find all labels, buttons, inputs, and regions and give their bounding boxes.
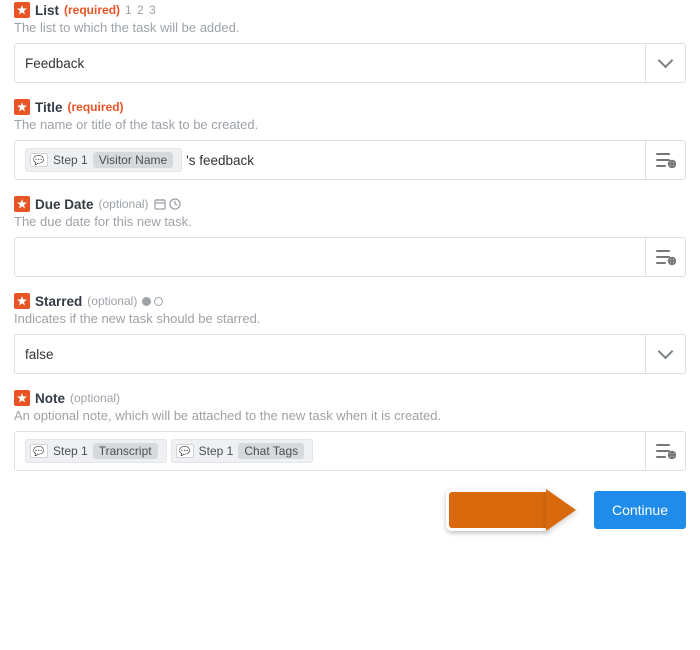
desc-title: The name or title of the task to be crea… xyxy=(14,117,686,132)
numeric-hint-icon: 1 2 3 xyxy=(125,3,157,17)
field-due-date: Due Date (optional) The due date for thi… xyxy=(14,196,686,277)
label-list: List xyxy=(35,3,59,18)
insert-field-icon xyxy=(656,249,676,265)
insert-field-icon xyxy=(656,152,676,168)
note-insert-field-button[interactable] xyxy=(646,431,686,471)
note-input-row: 💬 Step 1 Transcript 💬 Step 1 Chat Tags xyxy=(14,431,686,471)
datetime-hint-icons xyxy=(154,198,181,210)
token-step: Step 1 xyxy=(199,444,234,458)
field-starred: Starred (optional) Indicates if the new … xyxy=(14,293,686,374)
chat-app-icon: 💬 xyxy=(30,444,48,458)
optional-tag: (optional) xyxy=(87,294,137,308)
optional-tag: (optional) xyxy=(99,197,149,211)
starred-select-row: false xyxy=(14,334,686,374)
boolean-hint-icons xyxy=(142,297,163,306)
wunderlist-icon xyxy=(14,99,30,115)
due-input[interactable] xyxy=(14,237,646,277)
field-note: Note (optional) An optional note, which … xyxy=(14,390,686,471)
list-select[interactable]: Feedback xyxy=(14,43,646,83)
starred-select[interactable]: false xyxy=(14,334,646,374)
token-var: Visitor Name xyxy=(93,152,173,168)
due-insert-field-button[interactable] xyxy=(646,237,686,277)
chat-app-icon: 💬 xyxy=(30,153,48,167)
title-input-row: 💬 Step 1 Visitor Name 's feedback xyxy=(14,140,686,180)
token-var: Transcript xyxy=(93,443,158,459)
calendar-icon xyxy=(154,198,166,210)
field-list: List (required) 1 2 3 The list to which … xyxy=(14,2,686,83)
starred-value: false xyxy=(25,347,54,362)
required-tag: (required) xyxy=(64,3,120,17)
label-due: Due Date xyxy=(35,197,94,212)
label-title: Title xyxy=(35,100,63,115)
clock-icon xyxy=(169,198,181,210)
list-select-row: Feedback xyxy=(14,43,686,83)
radio-off-icon xyxy=(154,297,163,306)
continue-button[interactable]: Continue xyxy=(594,491,686,529)
field-header-starred: Starred (optional) xyxy=(14,293,686,309)
token-transcript[interactable]: 💬 Step 1 Transcript xyxy=(25,439,167,463)
field-title: Title (required) The name or title of th… xyxy=(14,99,686,180)
required-tag: (required) xyxy=(68,100,124,114)
label-note: Note xyxy=(35,391,65,406)
chat-app-icon: 💬 xyxy=(176,444,194,458)
optional-tag: (optional) xyxy=(70,391,120,405)
field-header-list: List (required) 1 2 3 xyxy=(14,2,686,18)
starred-dropdown-toggle[interactable] xyxy=(646,334,686,374)
field-header-due: Due Date (optional) xyxy=(14,196,686,212)
chevron-down-icon xyxy=(658,53,674,69)
chevron-down-icon xyxy=(658,344,674,360)
wunderlist-icon xyxy=(14,390,30,406)
token-visitor-name[interactable]: 💬 Step 1 Visitor Name xyxy=(25,148,182,172)
desc-list: The list to which the task will be added… xyxy=(14,20,686,35)
field-header-title: Title (required) xyxy=(14,99,686,115)
list-value: Feedback xyxy=(25,56,84,71)
list-dropdown-toggle[interactable] xyxy=(646,43,686,83)
title-suffix: 's feedback xyxy=(186,153,254,168)
wunderlist-icon xyxy=(14,196,30,212)
note-input[interactable]: 💬 Step 1 Transcript 💬 Step 1 Chat Tags xyxy=(14,431,646,471)
token-var: Chat Tags xyxy=(238,443,304,459)
attention-arrow xyxy=(446,489,576,531)
field-header-note: Note (optional) xyxy=(14,390,686,406)
token-chat-tags[interactable]: 💬 Step 1 Chat Tags xyxy=(171,439,314,463)
title-input[interactable]: 💬 Step 1 Visitor Name 's feedback xyxy=(14,140,646,180)
title-insert-field-button[interactable] xyxy=(646,140,686,180)
token-step: Step 1 xyxy=(53,444,88,458)
wunderlist-icon xyxy=(14,293,30,309)
desc-note: An optional note, which will be attached… xyxy=(14,408,686,423)
token-step: Step 1 xyxy=(53,153,88,167)
insert-field-icon xyxy=(656,443,676,459)
due-input-row xyxy=(14,237,686,277)
label-starred: Starred xyxy=(35,294,82,309)
footer-actions: Continue xyxy=(14,489,686,531)
wunderlist-icon xyxy=(14,2,30,18)
radio-on-icon xyxy=(142,297,151,306)
desc-starred: Indicates if the new task should be star… xyxy=(14,311,686,326)
desc-due: The due date for this new task. xyxy=(14,214,686,229)
